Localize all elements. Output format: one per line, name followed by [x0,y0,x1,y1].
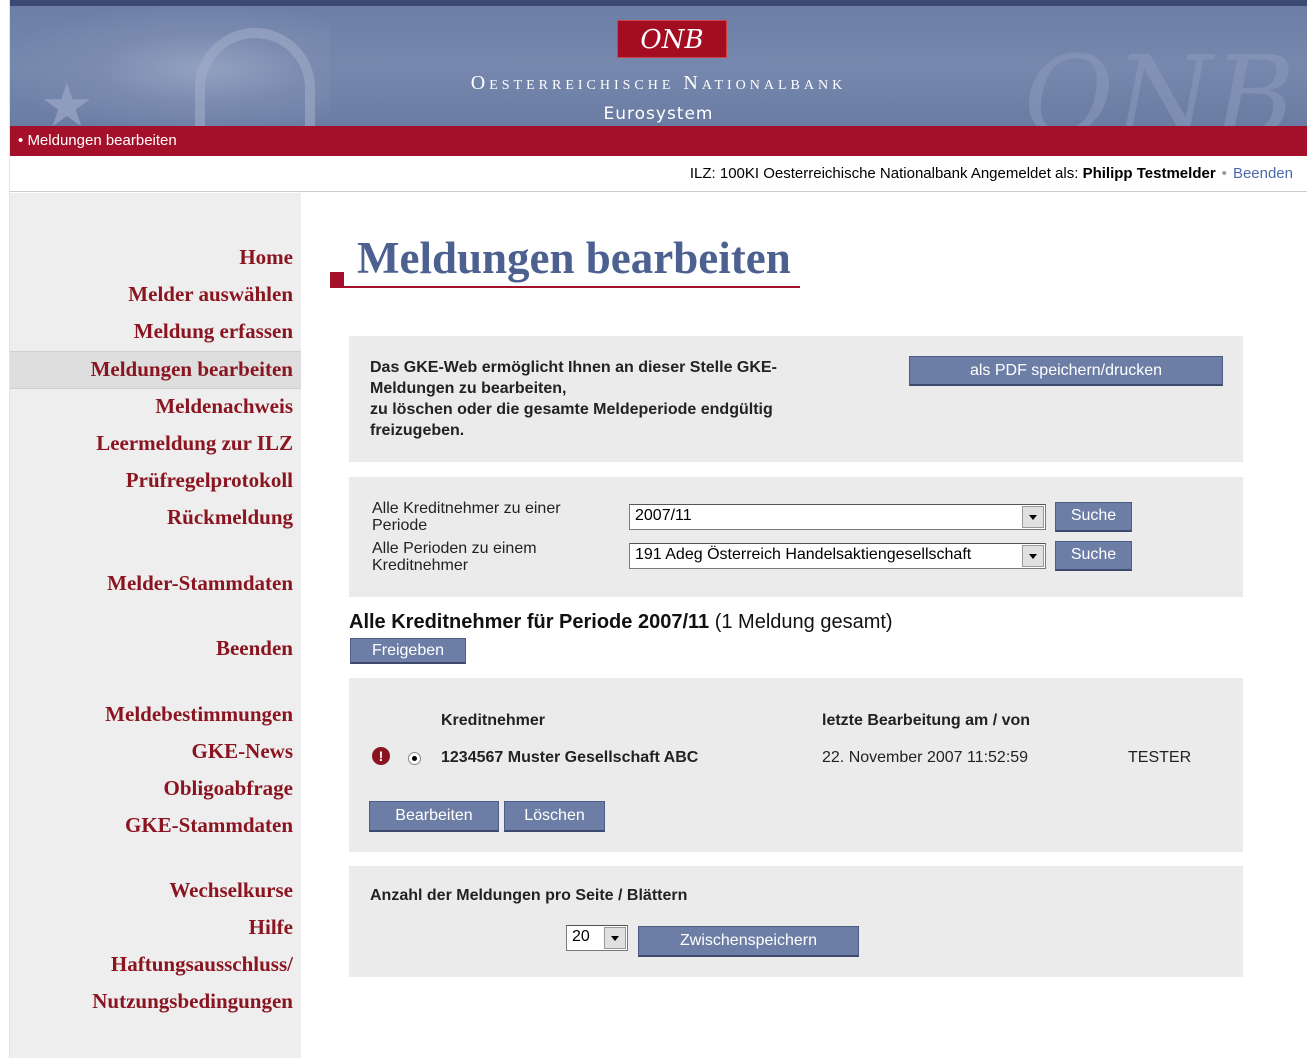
search-label-period: Alle Kreditnehmer zu einer Periode [372,500,561,534]
separator-dot: • [1221,165,1227,182]
sidebar-item-gke-news[interactable]: GKE-News [192,739,294,764]
column-header-last-edit: letzte Bearbeitung am / von [822,712,1031,729]
page-title: Meldungen bearbeiten [357,233,791,283]
warning-icon: ! [372,747,390,765]
intro-line: freizugeben. [370,422,465,439]
search-panel: Alle Kreditnehmer zu einer Periode 2007/… [349,477,1243,597]
logout-link[interactable]: Beenden [1233,165,1293,182]
sidebar-item-meldenachweis[interactable]: Meldenachweis [155,394,293,419]
ilz-info: ILZ: 100KI Oesterreichische Nationalbank… [689,165,1079,182]
period-select-value: 2007/11 [635,507,692,524]
page-left-border [0,0,10,1058]
label-line: Alle Kreditnehmer zu einer [372,500,561,517]
row-user: TESTER [1128,749,1192,766]
results-panel: Kreditnehmer letzte Bearbeitung am / von… [349,678,1243,852]
per-page-select[interactable]: 20 [566,925,628,951]
paging-label: Anzahl der Meldungen pro Seite / Blätter… [370,887,688,904]
sidebar-item-pruefregelprotokoll[interactable]: Prüfregelprotokoll [126,468,293,493]
intro-text: Das GKE-Web ermöglicht Ihnen an dieser S… [370,357,777,441]
title-marker [330,272,344,288]
label-line: Alle Perioden zu einem [372,540,537,557]
results-heading: Alle Kreditnehmer für Periode 2007/11 (1… [349,611,893,634]
chevron-down-icon[interactable] [1022,545,1044,567]
intro-line: Meldungen zu bearbeiten, [370,380,567,397]
breadcrumb: Meldungen bearbeiten [27,132,177,149]
user-name: Philipp Testmelder [1082,165,1216,182]
sidebar-nav: Home Melder auswählen Meldung erfassen M… [10,193,301,1058]
sidebar-item-meldung-erfassen[interactable]: Meldung erfassen [134,319,293,344]
breadcrumb-bar: • Meldungen bearbeiten [10,126,1307,156]
per-page-value: 20 [572,928,590,945]
sidebar-item-home[interactable]: Home [239,245,293,270]
search-creditor-button[interactable]: Suche [1055,541,1132,571]
column-header-creditor: Kreditnehmer [441,712,546,729]
results-title: Alle Kreditnehmer für Periode 2007/11 [349,611,710,633]
user-bar: ILZ: 100KI Oesterreichische Nationalbank… [10,156,1307,192]
label-line: Kreditnehmer [372,557,469,574]
onb-logo[interactable]: ONB [617,20,727,58]
sidebar-item-rueckmeldung[interactable]: Rückmeldung [167,505,293,530]
delete-button[interactable]: Löschen [504,801,605,832]
edit-button[interactable]: Bearbeiten [369,801,499,832]
sidebar-item-meldebestimmungen[interactable]: Meldebestimmungen [105,702,293,727]
sidebar-item-meldungen-bearbeiten[interactable]: Meldungen bearbeiten [91,357,293,382]
radio-dot-icon [412,756,417,761]
creditor-select-value: 191 Adeg Österreich Handelsaktiengesells… [635,546,972,563]
period-select[interactable]: 2007/11 [629,504,1046,530]
sidebar-item-melder-auswaehlen[interactable]: Melder auswählen [128,282,293,307]
paging-panel: Anzahl der Meldungen pro Seite / Blätter… [349,866,1243,977]
sidebar-item-haftungsausschluss[interactable]: Haftungsausschluss/ [111,952,293,977]
sidebar-item-beenden[interactable]: Beenden [216,636,293,661]
chevron-down-icon[interactable] [604,927,626,949]
sidebar-item-nutzungsbedingungen[interactable]: Nutzungsbedingungen [92,989,293,1014]
sidebar-item-melder-stammdaten[interactable]: Melder-Stammdaten [107,571,293,596]
chevron-down-icon[interactable] [1022,506,1044,528]
intro-line: zu löschen oder die gesamte Meldeperiode… [370,401,773,418]
search-period-button[interactable]: Suche [1055,502,1132,532]
sidebar-item-wechselkurse[interactable]: Wechselkurse [169,878,293,903]
header-banner: ★ ONB ONB Oesterreichische Nationalbank … [10,0,1307,126]
save-draft-button[interactable]: Zwischenspeichern [638,926,859,957]
sidebar-item-gke-stammdaten[interactable]: GKE-Stammdaten [125,813,293,838]
release-button[interactable]: Freigeben [350,638,466,664]
bullet-icon: • [18,132,24,149]
creditor-select[interactable]: 191 Adeg Österreich Handelsaktiengesells… [629,543,1046,569]
title-underline [344,286,800,288]
sidebar-item-leermeldung[interactable]: Leermeldung zur ILZ [96,431,293,456]
sidebar-item-hilfe[interactable]: Hilfe [249,915,293,940]
search-label-creditor: Alle Perioden zu einem Kreditnehmer [372,540,537,574]
results-count: (1 Meldung gesamt) [714,611,893,633]
intro-panel: Das GKE-Web ermöglicht Ihnen an dieser S… [349,336,1243,462]
row-date: 22. November 2007 11:52:59 [822,749,1029,766]
pdf-print-button[interactable]: als PDF speichern/drucken [909,356,1223,386]
row-creditor: 1234567 Muster Gesellschaft ABC [441,749,699,766]
row-select-radio[interactable] [408,752,421,765]
label-line: Periode [372,517,428,534]
bank-subtitle: Eurosystem [603,104,714,124]
sidebar-item-obligoabfrage[interactable]: Obligoabfrage [164,776,294,801]
bank-name: Oesterreichische Nationalbank [470,72,847,94]
intro-line: Das GKE-Web ermöglicht Ihnen an dieser S… [370,359,777,376]
